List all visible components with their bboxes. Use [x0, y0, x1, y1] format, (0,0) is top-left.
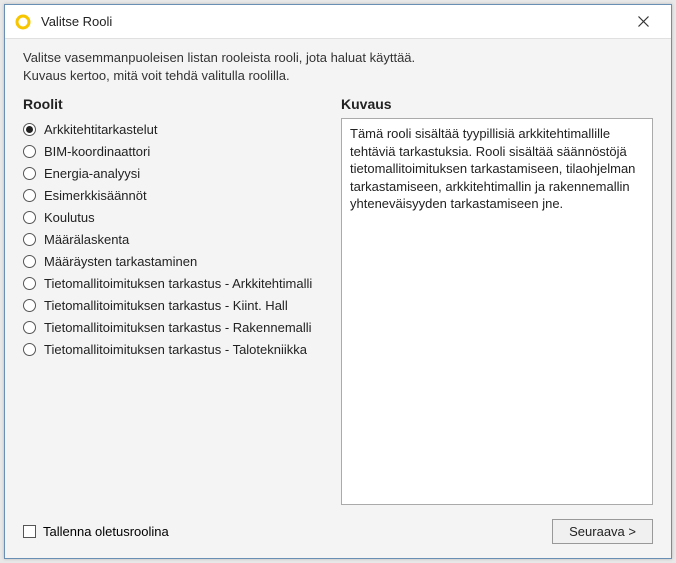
save-default-checkbox[interactable]: Tallenna oletusroolina	[23, 524, 169, 539]
role-label: Tietomallitoimituksen tarkastus - Arkkit…	[44, 276, 312, 291]
intro-line-1: Valitse vasemmanpuoleisen listan rooleis…	[23, 49, 653, 67]
app-icon	[15, 14, 31, 30]
radio-icon	[23, 167, 36, 180]
role-label: Arkkitehtitarkastelut	[44, 122, 157, 137]
role-item[interactable]: Tietomallitoimituksen tarkastus - Kiint.…	[23, 298, 323, 313]
role-item[interactable]: Esimerkkisäännöt	[23, 188, 323, 203]
radio-icon	[23, 233, 36, 246]
role-label: Tietomallitoimituksen tarkastus - Rakenn…	[44, 320, 312, 335]
description-box: Tämä rooli sisältää tyypillisiä arkkiteh…	[341, 118, 653, 505]
footer: Tallenna oletusroolina Seuraava >	[23, 519, 653, 544]
description-heading: Kuvaus	[341, 96, 653, 112]
role-item[interactable]: Arkkitehtitarkastelut	[23, 122, 323, 137]
intro-text: Valitse vasemmanpuoleisen listan rooleis…	[23, 49, 653, 84]
description-column: Kuvaus Tämä rooli sisältää tyypillisiä a…	[341, 96, 653, 505]
radio-icon	[23, 321, 36, 334]
role-label: Määräysten tarkastaminen	[44, 254, 197, 269]
close-button[interactable]	[623, 8, 663, 36]
intro-line-2: Kuvaus kertoo, mitä voit tehdä valitulla…	[23, 67, 653, 85]
role-label: Esimerkkisäännöt	[44, 188, 147, 203]
role-label: Koulutus	[44, 210, 95, 225]
role-label: Määrälaskenta	[44, 232, 129, 247]
content-area: Valitse vasemmanpuoleisen listan rooleis…	[5, 39, 671, 558]
role-item[interactable]: Koulutus	[23, 210, 323, 225]
roles-column: Roolit Arkkitehtitarkastelut BIM-koordina…	[23, 96, 323, 505]
next-button[interactable]: Seuraava >	[552, 519, 653, 544]
titlebar: Valitse Rooli	[5, 5, 671, 39]
radio-icon	[23, 343, 36, 356]
role-label: Tietomallitoimituksen tarkastus - Kiint.…	[44, 298, 288, 313]
role-list: Arkkitehtitarkastelut BIM-koordinaattori E…	[23, 118, 323, 357]
save-default-label: Tallenna oletusroolina	[43, 524, 169, 539]
dialog-window: Valitse Rooli Valitse vasemmanpuoleisen …	[4, 4, 672, 559]
radio-icon	[23, 211, 36, 224]
window-title: Valitse Rooli	[41, 14, 623, 29]
role-item[interactable]: Energia-analyysi	[23, 166, 323, 181]
radio-icon	[23, 123, 36, 136]
role-item[interactable]: Määräysten tarkastaminen	[23, 254, 323, 269]
role-item[interactable]: Tietomallitoimituksen tarkastus - Arkkit…	[23, 276, 323, 291]
role-label: BIM-koordinaattori	[44, 144, 150, 159]
radio-icon	[23, 255, 36, 268]
columns: Roolit Arkkitehtitarkastelut BIM-koordina…	[23, 96, 653, 505]
role-item[interactable]: Tietomallitoimituksen tarkastus - Talote…	[23, 342, 323, 357]
role-label: Energia-analyysi	[44, 166, 140, 181]
checkbox-icon	[23, 525, 36, 538]
role-label: Tietomallitoimituksen tarkastus - Talote…	[44, 342, 307, 357]
radio-icon	[23, 145, 36, 158]
radio-icon	[23, 299, 36, 312]
roles-heading: Roolit	[23, 96, 323, 112]
radio-icon	[23, 189, 36, 202]
role-item[interactable]: BIM-koordinaattori	[23, 144, 323, 159]
role-item[interactable]: Määrälaskenta	[23, 232, 323, 247]
role-item[interactable]: Tietomallitoimituksen tarkastus - Rakenn…	[23, 320, 323, 335]
radio-icon	[23, 277, 36, 290]
